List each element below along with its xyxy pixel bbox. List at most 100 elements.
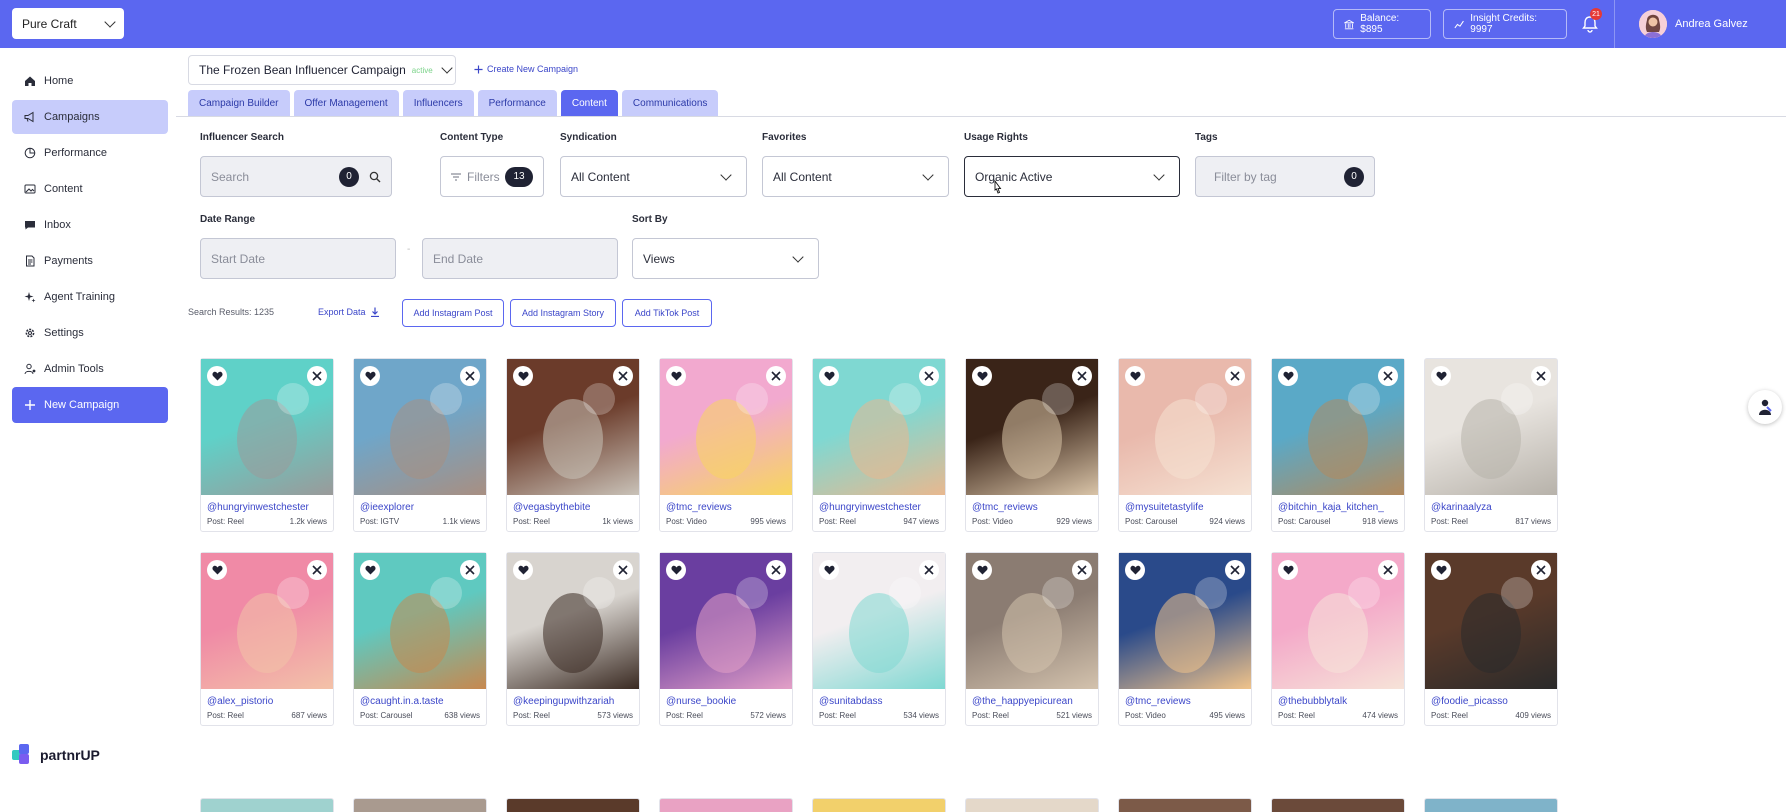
sidebar-item-settings[interactable]: Settings — [12, 316, 168, 350]
create-new-campaign-link[interactable]: Create New Campaign — [474, 64, 578, 74]
add-tiktok-post-button[interactable]: Add TikTok Post — [622, 299, 712, 327]
influencer-handle-link[interactable]: @mysuitetastylife — [1125, 502, 1204, 513]
remove-content-button[interactable] — [460, 366, 480, 386]
favorite-heart-button[interactable] — [666, 560, 686, 580]
content-card[interactable]: @tmc_reviews Post: Video 995 views — [659, 358, 793, 532]
influencer-handle-link[interactable]: @hungryinwestchester — [207, 502, 309, 513]
sidebar-item-agent-training[interactable]: Agent Training — [12, 280, 168, 314]
content-type-filter-button[interactable]: Filters 13 — [440, 156, 544, 197]
tab-performance[interactable]: Performance — [477, 90, 557, 116]
influencer-handle-link[interactable]: @tmc_reviews — [666, 502, 732, 513]
end-date-input[interactable]: End Date — [422, 238, 618, 279]
remove-content-button[interactable] — [1225, 366, 1245, 386]
influencer-handle-link[interactable]: @thebubblytalk — [1278, 696, 1347, 707]
search-icon[interactable] — [369, 171, 381, 183]
remove-content-button[interactable] — [766, 560, 786, 580]
card-partial-bottom[interactable] — [1118, 798, 1252, 812]
favorite-heart-button[interactable] — [1125, 366, 1145, 386]
influencer-handle-link[interactable]: @tmc_reviews — [972, 502, 1038, 513]
tab-communications[interactable]: Communications — [621, 90, 719, 116]
content-card[interactable]: @the_happyepicurean Post: Reel 521 views — [965, 552, 1099, 726]
card-partial-bottom[interactable] — [659, 798, 793, 812]
influencer-handle-link[interactable]: @tmc_reviews — [1125, 696, 1191, 707]
content-card[interactable]: @bitchin_kaja_kitchen_ Post: Carousel 918 … — [1271, 358, 1405, 532]
remove-content-button[interactable] — [1531, 560, 1551, 580]
sidebar-item-performance[interactable]: Performance — [12, 136, 168, 170]
influencer-handle-link[interactable]: @karinaalyza — [1431, 502, 1492, 513]
content-card[interactable]: @ieexplorer Post: IGTV 1.1k views — [353, 358, 487, 532]
remove-content-button[interactable] — [1378, 366, 1398, 386]
tags-filter-input[interactable]: Filter by tag 0 — [1195, 156, 1375, 197]
content-card[interactable]: @sunitabdass Post: Reel 534 views — [812, 552, 946, 726]
influencer-handle-link[interactable]: @caught.in.a.taste — [360, 696, 444, 707]
new-campaign-button[interactable]: New Campaign — [12, 387, 168, 423]
favorite-heart-button[interactable] — [207, 560, 227, 580]
favorite-heart-button[interactable] — [513, 366, 533, 386]
sidebar-item-inbox[interactable]: Inbox — [12, 208, 168, 242]
card-partial-bottom[interactable] — [1271, 798, 1405, 812]
avatar[interactable] — [1639, 10, 1667, 38]
remove-content-button[interactable] — [1531, 366, 1551, 386]
favorite-heart-button[interactable] — [207, 366, 227, 386]
favorite-heart-button[interactable] — [513, 560, 533, 580]
floating-user-button[interactable] — [1748, 390, 1782, 424]
start-date-input[interactable]: Start Date — [200, 238, 396, 279]
sidebar-item-home[interactable]: Home — [12, 64, 168, 98]
remove-content-button[interactable] — [1225, 560, 1245, 580]
sidebar-item-admin-tools[interactable]: Admin Tools — [12, 352, 168, 386]
influencer-handle-link[interactable]: @bitchin_kaja_kitchen_ — [1278, 502, 1384, 513]
favorite-heart-button[interactable] — [360, 366, 380, 386]
remove-content-button[interactable] — [1072, 560, 1092, 580]
favorite-heart-button[interactable] — [666, 366, 686, 386]
remove-content-button[interactable] — [919, 560, 939, 580]
remove-content-button[interactable] — [766, 366, 786, 386]
content-card[interactable]: @thebubblytalk Post: Reel 474 views — [1271, 552, 1405, 726]
favorite-heart-button[interactable] — [1278, 560, 1298, 580]
favorites-select[interactable]: All Content — [762, 156, 949, 197]
sidebar-item-campaigns[interactable]: Campaigns — [12, 100, 168, 134]
favorite-heart-button[interactable] — [1431, 366, 1451, 386]
remove-content-button[interactable] — [1378, 560, 1398, 580]
add-instagram-story-button[interactable]: Add Instagram Story — [510, 299, 616, 327]
influencer-handle-link[interactable]: @vegasbythebite — [513, 502, 590, 513]
insight-credits-button[interactable]: Insight Credits: 9997 — [1443, 9, 1567, 39]
sidebar-item-payments[interactable]: Payments — [12, 244, 168, 278]
content-card[interactable]: @tmc_reviews Post: Video 929 views — [965, 358, 1099, 532]
influencer-handle-link[interactable]: @ieexplorer — [360, 502, 414, 513]
brand-select[interactable]: Pure Craft — [12, 8, 124, 39]
influencer-search-input[interactable]: Search 0 — [200, 156, 392, 197]
content-card[interactable]: @caught.in.a.taste Post: Carousel 638 view… — [353, 552, 487, 726]
tab-campaign-builder[interactable]: Campaign Builder — [188, 90, 290, 116]
favorite-heart-button[interactable] — [1278, 366, 1298, 386]
influencer-handle-link[interactable]: @nurse_bookie — [666, 696, 736, 707]
content-card[interactable]: @vegasbythebite Post: Reel 1k views — [506, 358, 640, 532]
remove-content-button[interactable] — [1072, 366, 1092, 386]
content-card[interactable]: @hungryinwestchester Post: Reel 947 views — [812, 358, 946, 532]
sidebar-item-content[interactable]: Content — [12, 172, 168, 206]
campaign-select[interactable]: The Frozen Bean Influencer Campaign acti… — [188, 55, 456, 85]
card-partial-bottom[interactable] — [812, 798, 946, 812]
remove-content-button[interactable] — [307, 366, 327, 386]
content-card[interactable]: @tmc_reviews Post: Video 495 views — [1118, 552, 1252, 726]
favorite-heart-button[interactable] — [819, 560, 839, 580]
remove-content-button[interactable] — [460, 560, 480, 580]
export-data-link[interactable]: Export Data — [318, 307, 380, 317]
remove-content-button[interactable] — [613, 366, 633, 386]
card-partial-bottom[interactable] — [200, 798, 334, 812]
add-instagram-post-button[interactable]: Add Instagram Post — [402, 299, 504, 327]
tab-content[interactable]: Content — [560, 90, 618, 116]
influencer-handle-link[interactable]: @hungryinwestchester — [819, 502, 921, 513]
tab-influencers[interactable]: Influencers — [402, 90, 474, 116]
card-partial-bottom[interactable] — [353, 798, 487, 812]
card-partial-bottom[interactable] — [1424, 798, 1558, 812]
content-card[interactable]: @alex_pistorio Post: Reel 687 views — [200, 552, 334, 726]
syndication-select[interactable]: All Content — [560, 156, 747, 197]
user-name[interactable]: Andrea Galvez — [1675, 18, 1748, 30]
content-card[interactable]: @karinaalyza Post: Reel 817 views — [1424, 358, 1558, 532]
content-card[interactable]: @foodie_picasso Post: Reel 409 views — [1424, 552, 1558, 726]
sort-by-select[interactable]: Views — [632, 238, 819, 279]
favorite-heart-button[interactable] — [360, 560, 380, 580]
favorite-heart-button[interactable] — [1125, 560, 1145, 580]
card-partial-bottom[interactable] — [506, 798, 640, 812]
influencer-handle-link[interactable]: @keepingupwithzariah — [513, 696, 614, 707]
